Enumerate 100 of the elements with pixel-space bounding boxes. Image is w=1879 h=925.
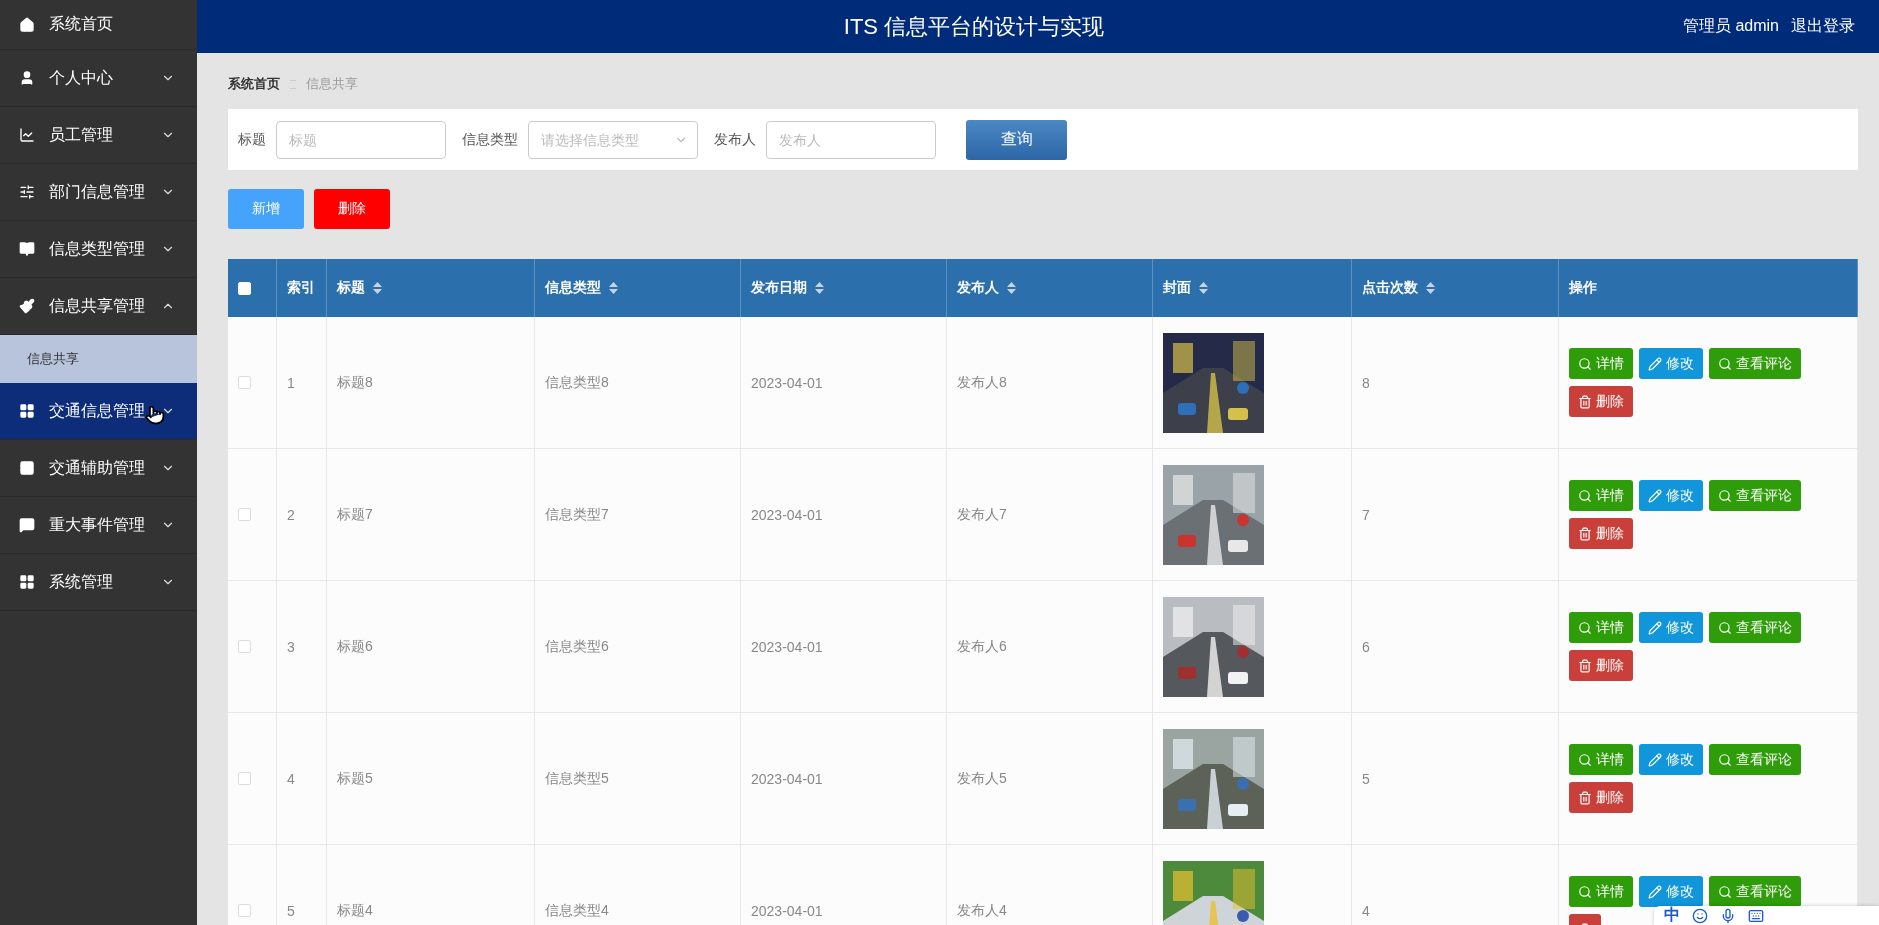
checkbox[interactable]: [238, 376, 251, 389]
checkbox[interactable]: [238, 904, 251, 917]
detail-button[interactable]: 详情: [1569, 876, 1633, 907]
trash-icon: [1578, 658, 1592, 673]
add-button[interactable]: 新增: [228, 189, 304, 229]
table-cell: 2023-04-01: [741, 449, 947, 581]
table-cell: 3: [277, 581, 327, 713]
pointer-icon: [145, 405, 165, 425]
input-field[interactable]: 标题: [276, 120, 446, 159]
home-icon: [19, 16, 35, 33]
sort-icon[interactable]: [1199, 282, 1208, 294]
column-header[interactable]: 发布日期: [741, 259, 947, 317]
delete-button[interactable]: 删除: [1569, 518, 1633, 549]
table-cell: 标题6: [327, 581, 535, 713]
comments-button[interactable]: 查看评论: [1709, 348, 1801, 379]
edit-button[interactable]: 修改: [1639, 876, 1703, 907]
checkbox[interactable]: [238, 640, 251, 653]
sidebar-subitem[interactable]: 信息共享: [0, 335, 197, 383]
detail-button[interactable]: 详情: [1569, 612, 1633, 643]
column-header[interactable]: 发布人: [947, 259, 1153, 317]
pencil-icon: [1648, 620, 1662, 635]
search-icon: [1578, 752, 1592, 767]
edit-button[interactable]: 修改: [1639, 744, 1703, 775]
delete-button[interactable]: 删除: [314, 189, 390, 229]
column-header[interactable]: 标题: [327, 259, 535, 317]
table-cell: 发布人4: [947, 845, 1153, 925]
table-cell: 发布人6: [947, 581, 1153, 713]
smile-icon[interactable]: [1692, 907, 1708, 924]
field-label: 信息类型: [462, 130, 518, 149]
checkbox[interactable]: [238, 772, 251, 785]
table-cell: 标题5: [327, 713, 535, 845]
column-header: 索引: [277, 259, 327, 317]
sort-icon[interactable]: [1007, 282, 1016, 294]
logout-link[interactable]: 退出登录: [1791, 16, 1855, 37]
table-cell: 信息类型7: [535, 449, 741, 581]
pencil-icon: [1648, 752, 1662, 767]
sort-icon[interactable]: [815, 282, 824, 294]
breadcrumb-item[interactable]: 系统首页: [228, 75, 280, 93]
input-field[interactable]: 发布人: [766, 120, 936, 159]
table-cell: 2023-04-01: [741, 713, 947, 845]
user-name: 管理员 admin: [1682, 16, 1779, 36]
sidebar-item[interactable]: 交通信息管理: [0, 383, 197, 440]
search-icon: [1718, 620, 1732, 635]
table-cell: 信息类型4: [535, 845, 741, 925]
table-cell: 信息类型8: [535, 317, 741, 449]
table-cell: 发布人8: [947, 317, 1153, 449]
search-button[interactable]: 查询: [966, 119, 1067, 160]
table-cell: 4: [1352, 845, 1559, 925]
search-icon: [1578, 488, 1592, 503]
sidebar-item[interactable]: 系统管理: [0, 554, 197, 611]
table-cell: 2023-04-01: [741, 317, 947, 449]
detail-button[interactable]: 详情: [1569, 480, 1633, 511]
trash-icon: [1578, 526, 1592, 541]
table-cell: 5: [1352, 713, 1559, 845]
sidebar-item[interactable]: 个人中心: [0, 50, 197, 107]
detail-button[interactable]: 详情: [1569, 348, 1633, 379]
comments-button[interactable]: 查看评论: [1709, 612, 1801, 643]
brush-icon: [19, 298, 35, 314]
comments-button[interactable]: 查看评论: [1709, 876, 1801, 907]
delete-button[interactable]: 删除: [1569, 386, 1633, 417]
table-cell: 信息类型6: [535, 581, 741, 713]
keyboard-icon[interactable]: [1748, 907, 1764, 924]
table-cell: 发布人7: [947, 449, 1153, 581]
sidebar-item[interactable]: 信息类型管理: [0, 221, 197, 278]
table-cell: 发布人5: [947, 713, 1153, 845]
pencil-icon: [1648, 884, 1662, 899]
delete-button[interactable]: 删除: [1569, 782, 1633, 813]
book-icon: [19, 241, 35, 257]
column-header[interactable]: 封面: [1153, 259, 1352, 317]
column-header[interactable]: 点击次数: [1352, 259, 1559, 317]
sidebar-item[interactable]: 员工管理: [0, 107, 197, 164]
edit-button[interactable]: 修改: [1639, 348, 1703, 379]
edit-button[interactable]: 修改: [1639, 480, 1703, 511]
edit-button[interactable]: 修改: [1639, 612, 1703, 643]
table-cell: 2023-04-01: [741, 845, 947, 925]
select-field[interactable]: 请选择信息类型: [528, 120, 698, 159]
mic-icon[interactable]: [1720, 907, 1736, 924]
table-cell: 8: [1352, 317, 1559, 449]
delete-button[interactable]: 删除: [1569, 650, 1633, 681]
column-header[interactable]: 信息类型: [535, 259, 741, 317]
pencil-icon: [1648, 488, 1662, 503]
detail-button[interactable]: 详情: [1569, 744, 1633, 775]
sidebar-item[interactable]: 部门信息管理: [0, 164, 197, 221]
table-cell: 5: [277, 845, 327, 925]
chart-icon: [19, 127, 35, 143]
sort-icon[interactable]: [1426, 282, 1435, 294]
trash-icon: [1578, 790, 1592, 805]
sort-icon[interactable]: [609, 282, 618, 294]
checkbox[interactable]: [238, 508, 251, 521]
grid-icon: [19, 574, 35, 590]
sort-icon[interactable]: [373, 282, 382, 294]
input-mode[interactable]: 中: [1664, 905, 1680, 925]
comments-button[interactable]: 查看评论: [1709, 744, 1801, 775]
sidebar-item[interactable]: 重大事件管理: [0, 497, 197, 554]
app-title: ITS 信息平台的设计与实现: [842, 12, 1106, 41]
trash-icon: [1578, 394, 1592, 409]
sidebar-item[interactable]: 交通辅助管理: [0, 440, 197, 497]
table-cell: 标题8: [327, 317, 535, 449]
search-icon: [1578, 884, 1592, 899]
comments-button[interactable]: 查看评论: [1709, 480, 1801, 511]
